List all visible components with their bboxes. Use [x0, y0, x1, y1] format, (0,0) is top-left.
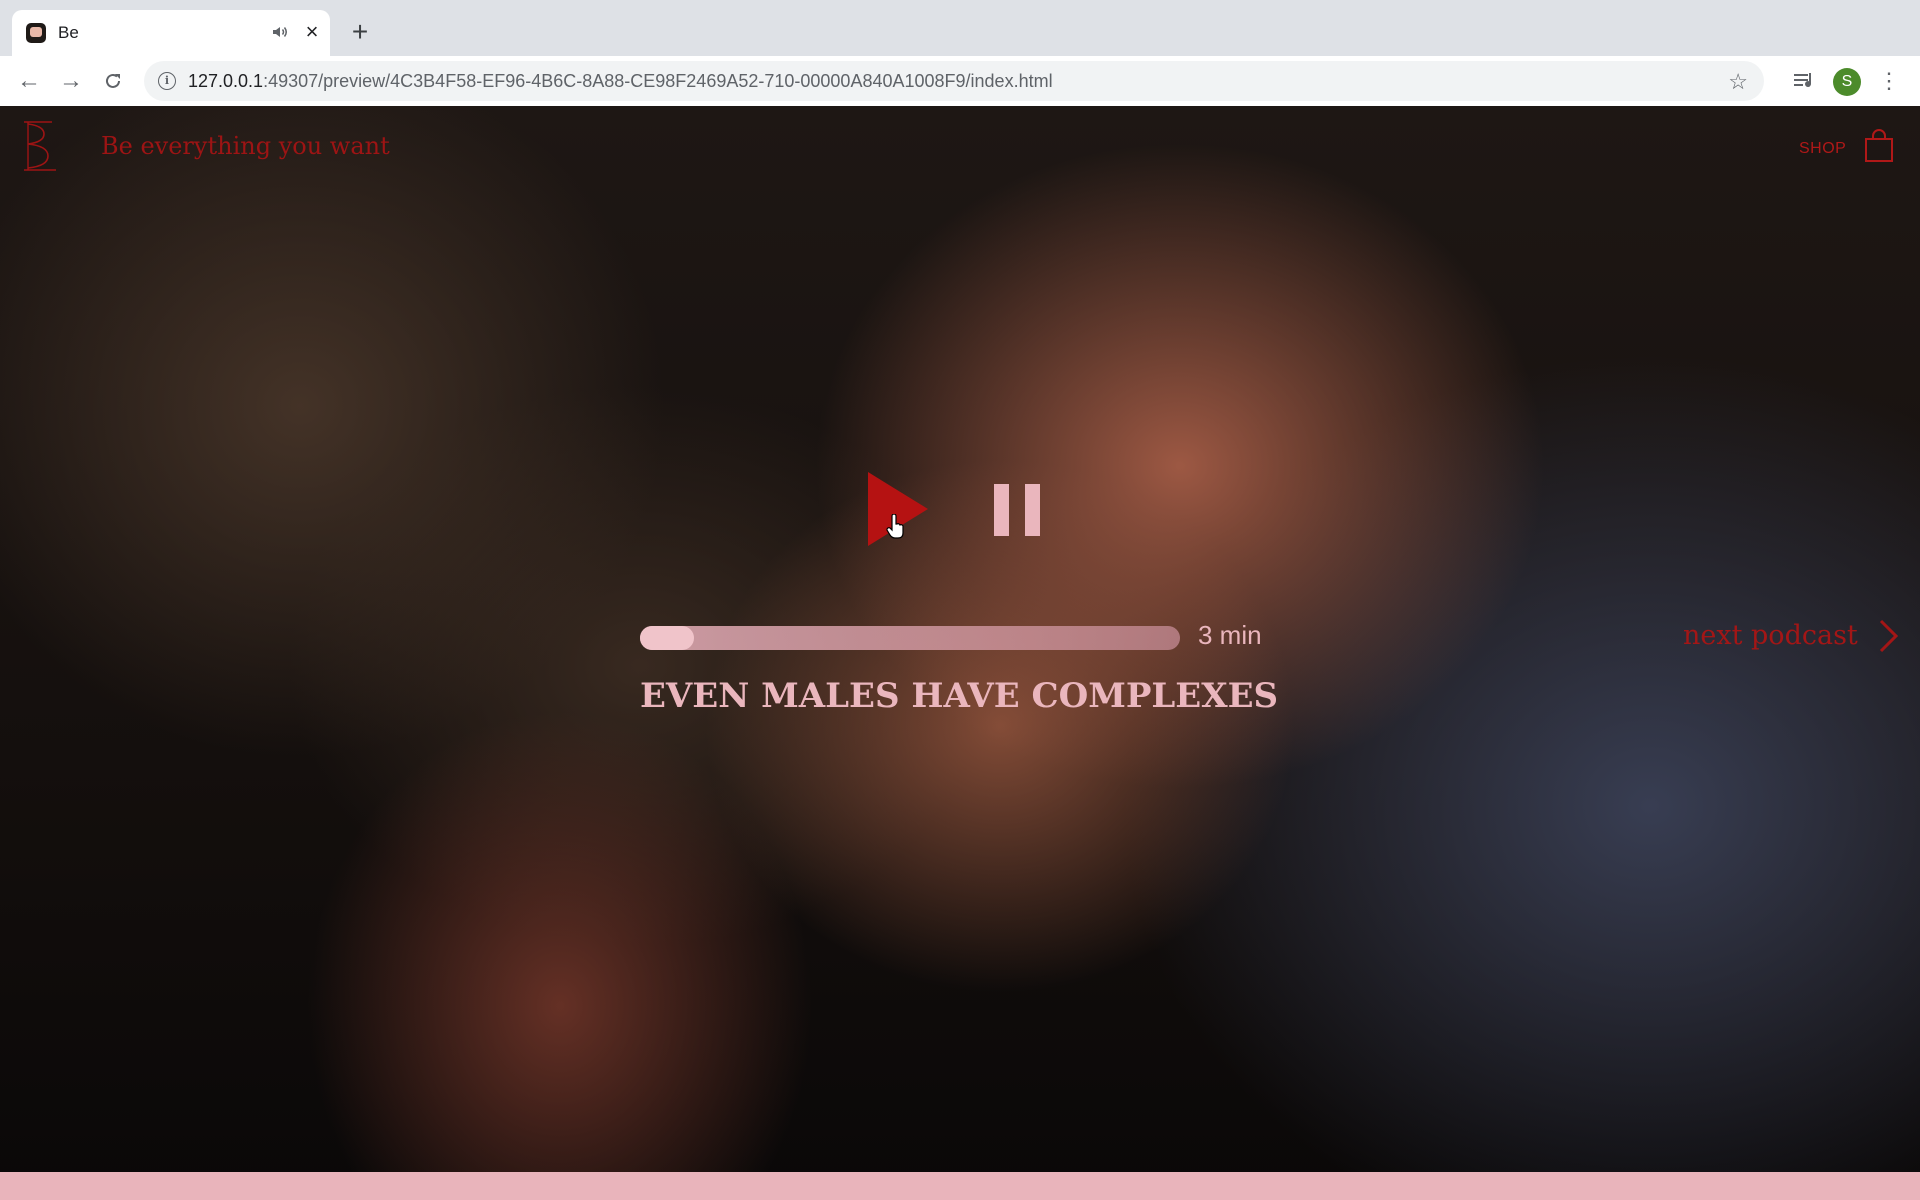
browser-tabstrip: Be × +: [0, 0, 1920, 56]
address-bar[interactable]: i 127.0.0.1:49307/preview/4C3B4F58-EF96-…: [144, 61, 1764, 101]
forward-arrow-icon[interactable]: →: [58, 68, 84, 94]
podcast-page: Be everything you want SHOP 3 min EVEN M…: [0, 106, 1920, 1200]
browser-toolbar: ← → i 127.0.0.1:49307/preview/4C3B4F58-E…: [0, 56, 1920, 107]
hand-cursor-icon: [886, 514, 904, 539]
profile-avatar[interactable]: S: [1833, 68, 1861, 96]
shop-link[interactable]: SHOP: [1799, 140, 1846, 158]
url-host: 127.0.0.1: [188, 71, 264, 91]
favicon-icon: [26, 23, 46, 43]
back-arrow-icon[interactable]: ←: [16, 68, 42, 94]
tab-title: Be: [58, 23, 79, 42]
close-tab-icon[interactable]: ×: [300, 20, 324, 44]
progress-fill: [640, 626, 694, 650]
media-control-icon[interactable]: [1792, 68, 1818, 94]
episode-title: EVEN MALES HAVE COMPLEXES: [640, 676, 1279, 716]
url-path: :49307/preview/4C3B4F58-EF96-4B6C-8A88-C…: [263, 71, 1053, 91]
kebab-menu-icon[interactable]: ⋮: [1878, 68, 1900, 94]
reload-icon[interactable]: [102, 70, 124, 92]
bookmark-star-icon[interactable]: ☆: [1728, 69, 1748, 95]
pause-icon[interactable]: [994, 484, 1040, 536]
url-text[interactable]: 127.0.0.1:49307/preview/4C3B4F58-EF96-4B…: [188, 71, 1053, 92]
next-podcast-link[interactable]: next podcast: [1683, 620, 1858, 651]
site-tagline: Be everything you want: [101, 132, 390, 160]
speaker-icon[interactable]: [270, 22, 290, 42]
be-logo[interactable]: [22, 120, 62, 172]
progress-bar[interactable]: [640, 626, 1180, 650]
chevron-right-icon[interactable]: [1878, 618, 1900, 654]
footer-bar: [0, 1172, 1920, 1200]
episode-duration: 3 min: [1198, 620, 1262, 650]
new-tab-icon[interactable]: +: [346, 18, 374, 46]
browser-tab[interactable]: Be ×: [12, 10, 330, 56]
shopping-bag-icon[interactable]: [1863, 128, 1895, 164]
info-icon[interactable]: i: [158, 72, 176, 90]
